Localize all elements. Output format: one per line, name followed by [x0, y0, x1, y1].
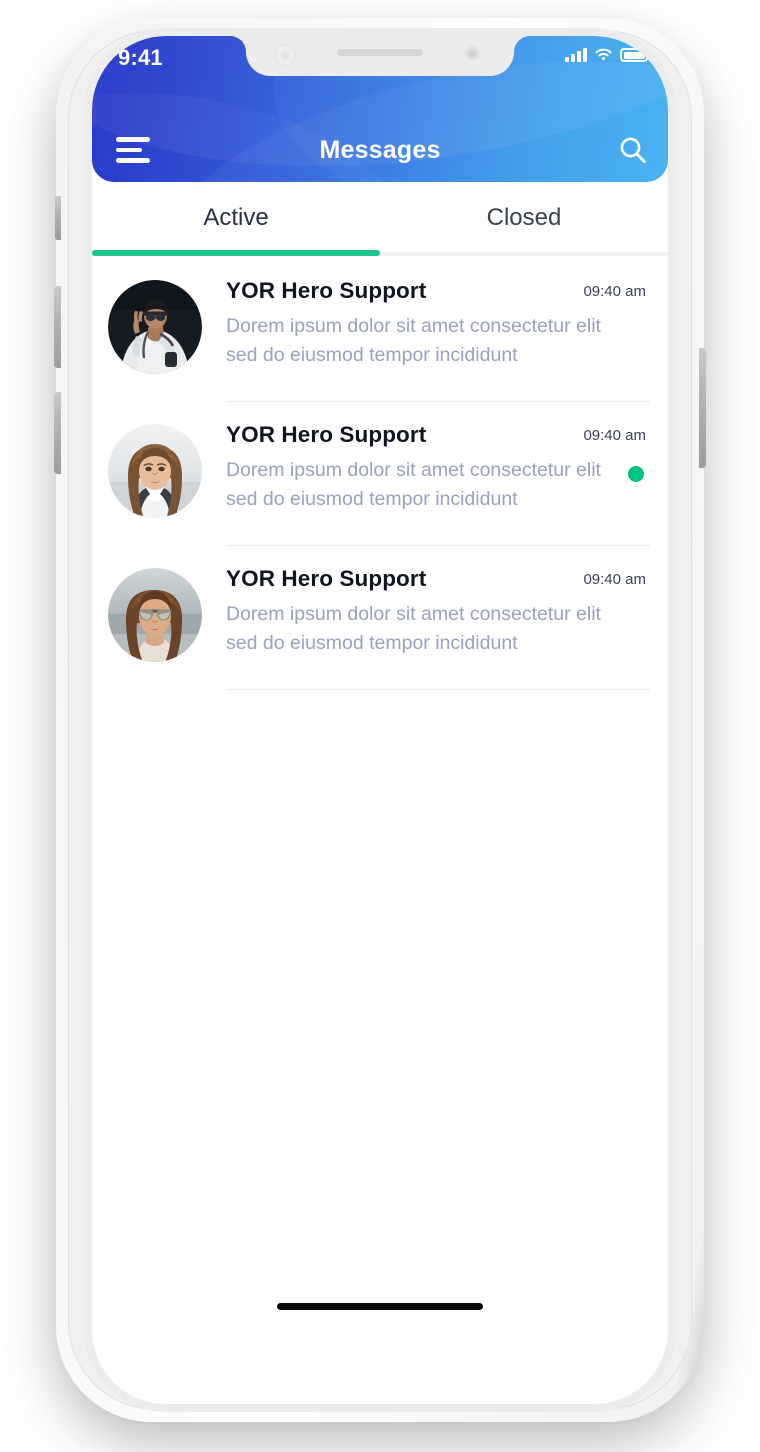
message-timestamp: 09:40 am	[583, 427, 646, 444]
avatar	[108, 424, 202, 518]
navigation-bar: Messages	[92, 120, 668, 180]
contact-name: YOR Hero Support	[226, 422, 427, 447]
message-preview: Dorem ipsum dolor sit amet consectetur e…	[226, 603, 601, 654]
search-icon[interactable]	[616, 133, 650, 167]
tab-bar: Active Closed	[92, 182, 668, 254]
front-camera-icon	[465, 46, 480, 61]
power-button[interactable]	[699, 348, 706, 468]
message-content: YOR Hero Support 09:40 am Dorem ipsum do…	[226, 546, 650, 690]
table-row[interactable]: YOR Hero Support 09:40 am Dorem ipsum do…	[92, 546, 668, 690]
avatar	[108, 280, 202, 374]
tab-active[interactable]: Active	[92, 182, 380, 254]
device-notch	[246, 36, 514, 76]
avatar	[108, 568, 202, 662]
message-list: YOR Hero Support 09:40 am Dorem ipsum do…	[92, 258, 668, 690]
avatar-woman-long-hair-icon	[108, 424, 202, 518]
phone-screen: 9:41 Messages Active Closed YOR Hero Sup…	[92, 36, 668, 1404]
list-divider	[226, 689, 650, 690]
tab-closed[interactable]: Closed	[380, 182, 668, 254]
table-row[interactable]: YOR Hero Support 09:40 am Dorem ipsum do…	[92, 258, 668, 402]
status-bar-time: 9:41	[118, 45, 163, 70]
table-row[interactable]: YOR Hero Support 09:40 am Dorem ipsum do…	[92, 402, 668, 546]
status-bar-icons	[565, 47, 650, 62]
battery-icon	[620, 48, 650, 62]
page-title: Messages	[319, 136, 441, 164]
earpiece-speaker	[337, 49, 423, 56]
tab-active-underline	[92, 250, 380, 256]
message-preview: Dorem ipsum dolor sit amet consectetur e…	[226, 315, 601, 366]
avatar-woman-sunglasses-icon	[108, 568, 202, 662]
wifi-icon	[595, 48, 612, 61]
message-header-row: YOR Hero Support 09:40 am	[226, 402, 650, 452]
cellular-signal-icon	[565, 47, 587, 62]
contact-name: YOR Hero Support	[226, 278, 427, 303]
unread-status-badge	[628, 466, 644, 482]
message-content: YOR Hero Support 09:40 am Dorem ipsum do…	[226, 402, 650, 546]
message-timestamp: 09:40 am	[583, 283, 646, 300]
message-header-row: YOR Hero Support 09:40 am	[226, 258, 650, 308]
volume-down-button[interactable]	[54, 392, 61, 474]
device-mockup: 9:41 Messages Active Closed YOR Hero Sup…	[0, 0, 760, 1452]
message-preview: Dorem ipsum dolor sit amet consectetur e…	[226, 459, 601, 510]
home-indicator[interactable]	[277, 1303, 483, 1310]
volume-up-button[interactable]	[54, 286, 61, 368]
message-header-row: YOR Hero Support 09:40 am	[226, 546, 650, 596]
message-timestamp: 09:40 am	[583, 571, 646, 588]
silence-switch-button[interactable]	[55, 196, 61, 240]
message-content: YOR Hero Support 09:40 am Dorem ipsum do…	[226, 258, 650, 402]
avatar-person-peace-sign-icon	[108, 280, 202, 374]
proximity-sensor-icon	[274, 44, 296, 66]
contact-name: YOR Hero Support	[226, 566, 427, 591]
